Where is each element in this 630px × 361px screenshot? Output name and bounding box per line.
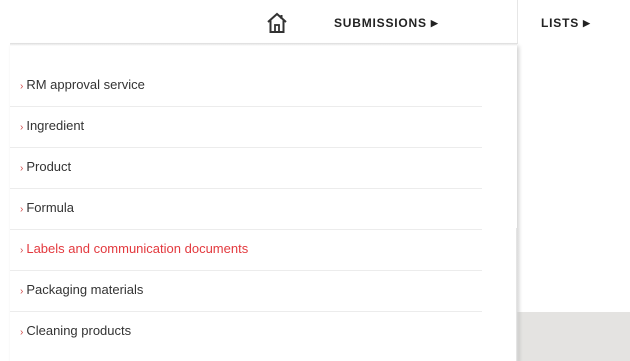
menu-item-cleaning-products[interactable]: › Cleaning products — [10, 312, 482, 353]
nav-lists-label: LISTS — [541, 16, 580, 30]
menu-item-packaging-materials[interactable]: › Packaging materials — [10, 271, 482, 312]
nav-submissions[interactable]: SUBMISSIONS ▶ — [334, 15, 439, 31]
page-background-band — [517, 312, 630, 361]
menu-item-label: Packaging materials — [26, 282, 144, 297]
menu-item-formula[interactable]: › Formula — [10, 189, 482, 230]
menu-item-label: Product — [26, 159, 72, 174]
top-navigation: SUBMISSIONS ▶ LISTS ▶ — [0, 0, 630, 44]
nav-submissions-label: SUBMISSIONS — [334, 16, 427, 30]
menu-item-label: Labels and communication documents — [26, 241, 249, 256]
home-icon[interactable] — [265, 11, 289, 35]
submissions-menu: › RM approval service › Ingredient › Produc… — [10, 66, 482, 353]
nav-divider — [517, 0, 518, 44]
menu-item-product[interactable]: › Product — [10, 148, 482, 189]
chevron-right-icon: › — [20, 204, 24, 215]
chevron-right-icon: › — [20, 286, 24, 297]
chevron-right-icon: › — [20, 327, 24, 338]
arrow-right-icon: ▶ — [583, 18, 591, 28]
nav-lists[interactable]: LISTS ▶ — [541, 15, 591, 31]
arrow-right-icon: ▶ — [430, 18, 439, 28]
chevron-right-icon: › — [20, 163, 24, 174]
dropdown-edge-shadow — [516, 228, 520, 361]
dropdown-shadow — [10, 43, 517, 46]
chevron-right-icon: › — [20, 245, 24, 256]
menu-item-rm-approval-service[interactable]: › RM approval service — [10, 66, 482, 107]
menu-item-ingredient[interactable]: › Ingredient — [10, 107, 482, 148]
menu-item-label: Cleaning products — [26, 323, 132, 338]
chevron-right-icon: › — [20, 81, 24, 92]
menu-item-labels-and-communication-documents[interactable]: › Labels and communication documents — [10, 230, 482, 271]
chevron-right-icon: › — [20, 122, 24, 133]
menu-item-label: RM approval service — [26, 77, 145, 92]
menu-item-label: Formula — [26, 200, 75, 215]
menu-item-label: Ingredient — [26, 118, 85, 133]
